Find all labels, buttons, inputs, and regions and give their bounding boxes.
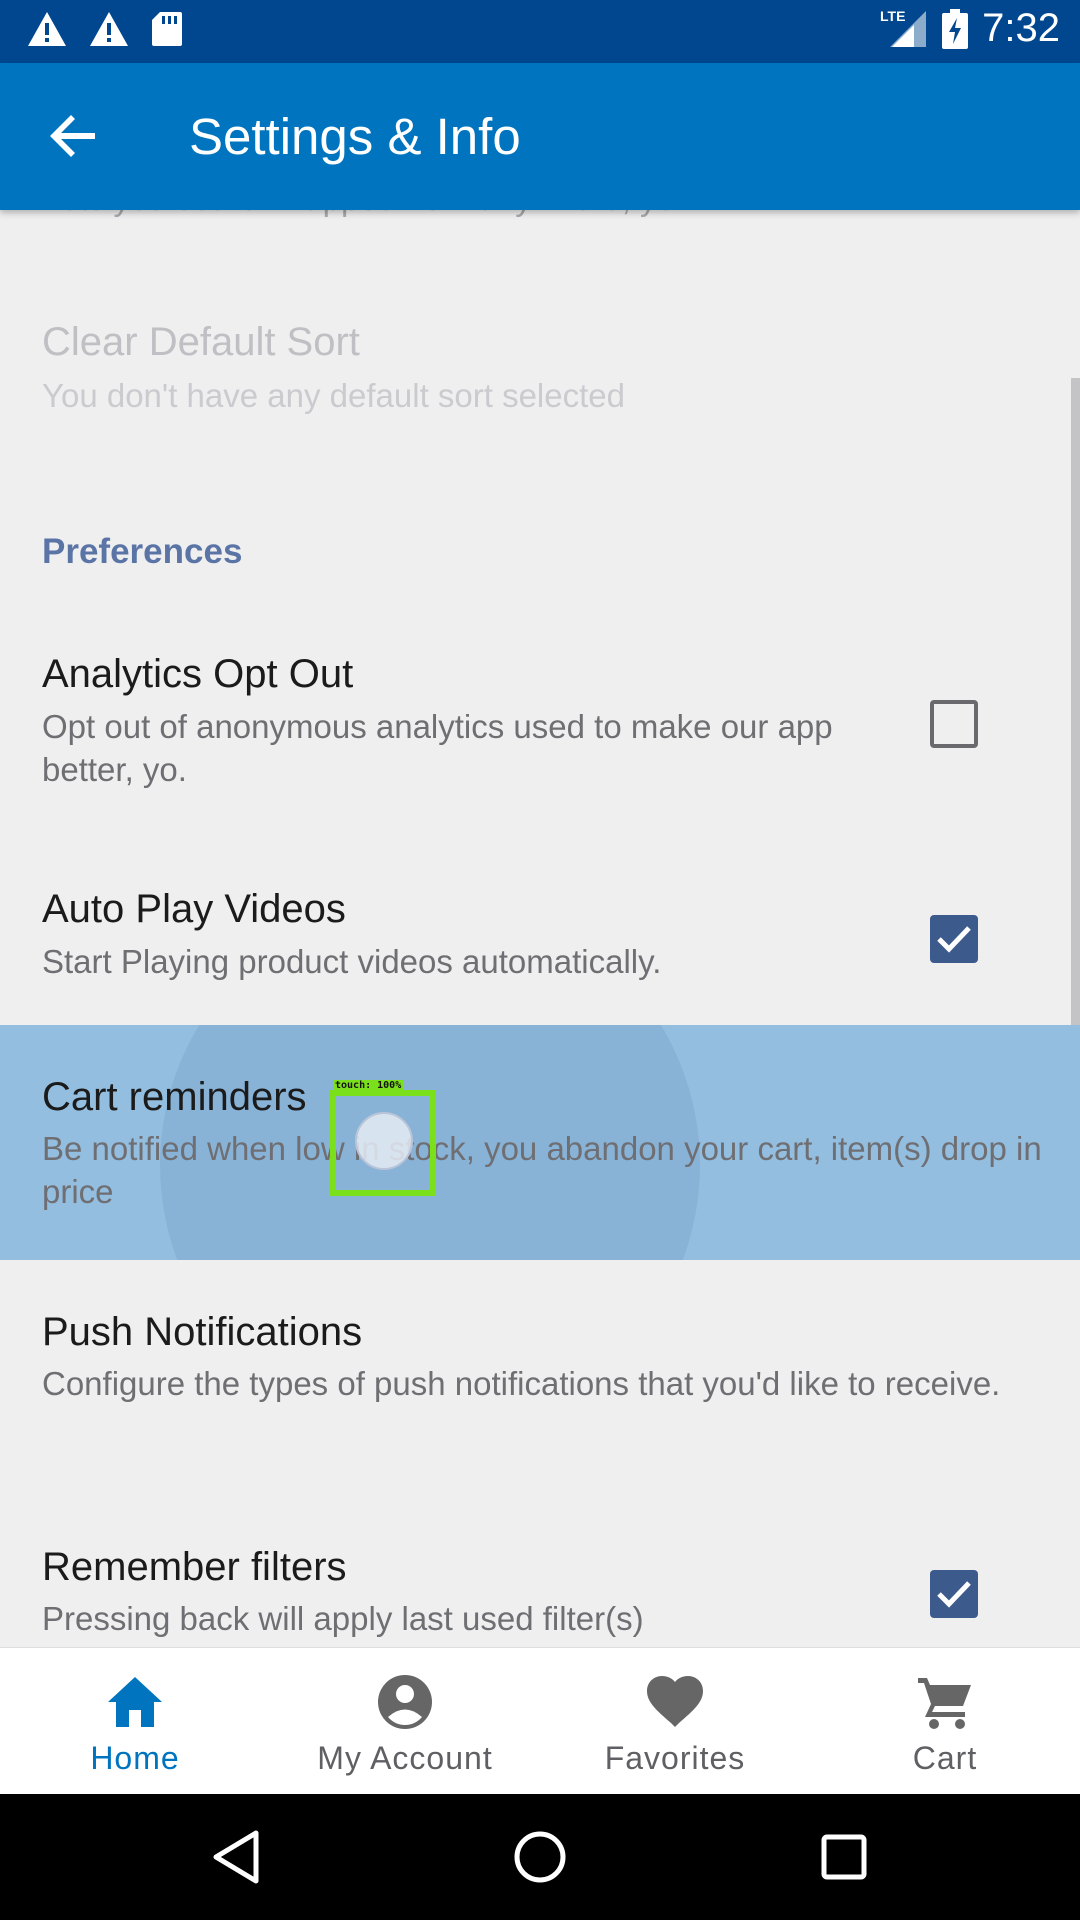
auto-play-videos-checkbox[interactable] (930, 915, 978, 963)
system-navigation-bar (0, 1794, 1080, 1920)
account-icon (378, 1675, 432, 1729)
check-icon (937, 926, 971, 953)
row-title: Auto Play Videos (42, 887, 346, 931)
page-title: Settings & Info (189, 108, 521, 165)
row-title: Cart reminders (42, 1075, 307, 1119)
check-icon (937, 1581, 971, 1608)
row-subtitle: Be notified when low in stock, you aband… (42, 1130, 1042, 1210)
nav-label: Home (90, 1740, 180, 1776)
auto-play-videos-row[interactable]: Auto Play Videos Start Playing product v… (0, 845, 1080, 1025)
back-triangle-icon[interactable] (208, 1827, 268, 1887)
push-notifications-row[interactable]: Push Notifications Configure the types o… (0, 1260, 1080, 1495)
clock: 7:32 (982, 6, 1060, 50)
row-title: Clear Default Sort (42, 320, 360, 364)
row-title: Push Notifications (42, 1310, 363, 1354)
app-bar: Settings & Info (0, 63, 1080, 210)
row-subtitle: Lets you search Zappos from anywhere, yo… (42, 210, 684, 218)
battery-charging-icon (942, 8, 969, 49)
analytics-opt-out-checkbox[interactable] (930, 700, 978, 748)
warning-icon (28, 12, 66, 46)
row-subtitle: Configure the types of push notification… (42, 1365, 1001, 1402)
row-title: Analytics Opt Out (42, 652, 354, 696)
settings-list[interactable]: Lets you search Zappos from anywhere, yo… (0, 210, 1080, 1647)
row-subtitle: You don't have any default sort selected (42, 377, 625, 414)
row-subtitle: Pressing back will apply last used filte… (42, 1600, 644, 1637)
nav-label: My Account (317, 1740, 493, 1776)
nav-my-account[interactable]: My Account (270, 1648, 540, 1794)
row-subtitle: Opt out of anonymous analytics used to m… (42, 708, 833, 788)
bottom-navigation: Home My Account Favorites Cart (0, 1647, 1080, 1794)
recents-square-icon[interactable] (814, 1827, 874, 1887)
touch-point (355, 1112, 413, 1170)
touch-debug-label: touch: 100% (333, 1080, 404, 1091)
warning-icon (90, 12, 128, 46)
home-icon (108, 1677, 162, 1727)
clear-default-sort-row: Clear Default Sort You don't have any de… (0, 290, 1080, 440)
nav-cart[interactable]: Cart (810, 1648, 1080, 1794)
home-circle-icon[interactable] (510, 1827, 570, 1887)
status-bar: LTE 7:32 (0, 0, 1080, 63)
nav-label: Favorites (604, 1740, 746, 1776)
analytics-opt-out-row[interactable]: Analytics Opt Out Opt out of anonymous a… (0, 610, 1080, 835)
nav-favorites[interactable]: Favorites (540, 1648, 810, 1794)
row-title: Remember filters (42, 1545, 347, 1589)
remember-filters-row[interactable]: Remember filters Pressing back will appl… (0, 1495, 1080, 1647)
search-widget-row[interactable]: Lets you search Zappos from anywhere, yo… (0, 210, 1080, 250)
arrow-back-icon (50, 115, 95, 157)
remember-filters-checkbox[interactable] (930, 1570, 978, 1618)
signal-icon: LTE (880, 8, 927, 47)
back-button[interactable] (40, 103, 106, 169)
nav-home[interactable]: Home (0, 1648, 270, 1794)
cart-icon (918, 1678, 971, 1729)
section-header-preferences: Preferences (42, 532, 243, 571)
nav-label: Cart (912, 1740, 978, 1776)
heart-icon (647, 1676, 703, 1727)
cart-reminders-row[interactable]: Cart reminders Be notified when low in s… (0, 1025, 1080, 1260)
row-subtitle: Start Playing product videos automatical… (42, 943, 662, 980)
network-type: LTE (880, 8, 905, 24)
sd-card-icon (152, 12, 182, 46)
